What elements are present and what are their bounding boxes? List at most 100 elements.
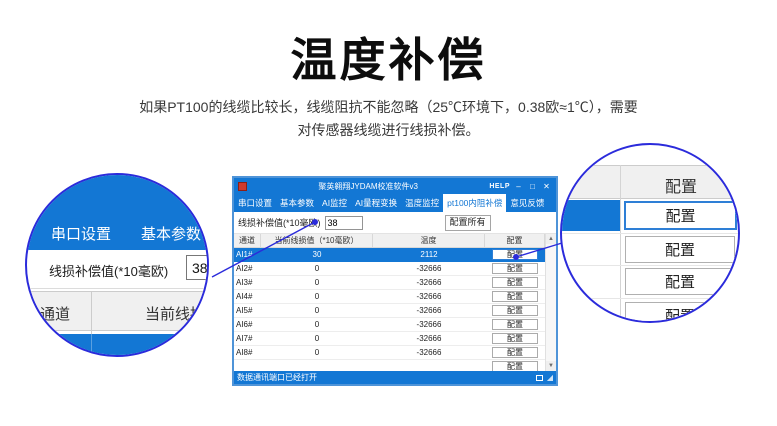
magnified-config-button: 配置 (625, 302, 735, 323)
table-row[interactable]: AI3# 0 -32666 配置 (234, 276, 545, 290)
cell-line-loss: 0 (261, 306, 373, 315)
help-menu[interactable]: HELP (489, 183, 510, 190)
table-header-row: 通道 当前线损值（*10毫欧） 温度 配置 (234, 234, 556, 248)
table-row-partial[interactable]: 配置 (234, 360, 545, 371)
column-divider (91, 334, 92, 357)
maximize-icon[interactable]: □ (527, 182, 538, 191)
app-window: 聚英翱翔JYDAM校准软件v3 HELP – □ ✕ 串口设置 基本参数 AI监… (232, 176, 558, 386)
cell-channel: AI4# (234, 292, 261, 301)
cell-temperature: 2112 (373, 250, 485, 259)
table-row[interactable]: AI6# 0 -32666 配置 (234, 318, 545, 332)
tab-feedback[interactable]: 意见反馈 (506, 194, 548, 212)
tab-temp-monitor[interactable]: 温度监控 (401, 194, 443, 212)
magnified-config-button: 配置 (625, 236, 735, 263)
header-config: 配置 (485, 234, 545, 247)
table-body: AI1# 30 2112 配置 AI2# 0 -32666 配置 AI3# 0 … (234, 248, 545, 371)
page-title: 温度补偿 (0, 24, 777, 90)
magnified-config-button: 配置 (624, 201, 737, 230)
cell-temperature: -32666 (373, 320, 485, 329)
cell-temperature: -32666 (373, 292, 485, 301)
status-port-icon (536, 375, 543, 381)
line-loss-input[interactable] (325, 216, 363, 230)
tab-ai-range[interactable]: AI量程变换 (351, 194, 401, 212)
compensation-toolbar: 线损补偿值(*10毫欧) 配置所有 (234, 212, 556, 234)
cell-line-loss: 0 (261, 292, 373, 301)
cell-channel: AI7# (234, 334, 261, 343)
cell-line-loss: 0 (261, 334, 373, 343)
table-row[interactable]: AI1# 30 2112 配置 (234, 248, 545, 262)
resize-grip-icon[interactable]: ◢ (547, 374, 553, 382)
cell-temperature: -32666 (373, 306, 485, 315)
cell-line-loss: 30 (261, 250, 373, 259)
cell-temperature: -32666 (373, 334, 485, 343)
row-divider (562, 265, 738, 266)
config-button[interactable]: 配置 (492, 305, 538, 316)
magnified-config-button: 配置 (625, 268, 735, 295)
header-channel: 通道 (234, 234, 261, 247)
tab-ai-monitor[interactable]: AI监控 (318, 194, 351, 212)
config-button[interactable]: 配置 (492, 249, 538, 260)
window-titlebar: 聚英翱翔JYDAM校准软件v3 HELP – □ ✕ (234, 178, 556, 194)
left-magnifier-circle: 串口设置 基本参数 线损补偿值(*10毫欧) 38 通道 当前线损值 (25, 173, 209, 357)
magnified-selected-row (562, 200, 620, 231)
magnified-header-config: 配置 (665, 173, 697, 197)
magnified-tab-basic-params: 基本参数 (141, 223, 201, 244)
page-description-line1: 如果PT100的线缆比较长，线缆阻抗不能忽略（25℃环境下，0.38欧≈1℃），… (0, 97, 777, 117)
magnified-line-loss-input: 38 (186, 255, 209, 280)
column-divider (620, 165, 621, 323)
cell-temperature: -32666 (373, 348, 485, 357)
cell-line-loss: 0 (261, 264, 373, 273)
cell-channel: AI2# (234, 264, 261, 273)
right-magnifier-circle: 配置 配置 配置 配置 配置 (560, 143, 740, 323)
status-message: 数据通讯端口已经打开 (237, 372, 532, 383)
table-row[interactable]: AI8# 0 -32666 配置 (234, 346, 545, 360)
magnified-input-label: 线损补偿值(*10毫欧) (49, 261, 168, 280)
magnified-selected-row (27, 334, 207, 357)
minimize-icon[interactable]: – (513, 182, 524, 191)
cell-channel: AI5# (234, 306, 261, 315)
line-loss-input-label: 线损补偿值(*10毫欧) (238, 216, 321, 229)
config-all-button[interactable]: 配置所有 (445, 215, 491, 231)
table-row[interactable]: AI5# 0 -32666 配置 (234, 304, 545, 318)
divider (27, 288, 207, 289)
scroll-down-icon[interactable]: ▼ (546, 361, 556, 371)
row-divider (562, 233, 738, 234)
config-button[interactable]: 配置 (492, 333, 538, 344)
magnified-config-header-band (562, 165, 738, 199)
app-logo-icon (238, 182, 247, 191)
cell-line-loss: 0 (261, 348, 373, 357)
cell-channel: AI6# (234, 320, 261, 329)
config-button[interactable]: 配置 (492, 277, 538, 288)
table-row[interactable]: AI4# 0 -32666 配置 (234, 290, 545, 304)
cell-temperature: -32666 (373, 264, 485, 273)
config-button[interactable]: 配置 (492, 319, 538, 330)
magnified-header-line-loss: 当前线损值 (145, 303, 209, 324)
tab-basic-params[interactable]: 基本参数 (276, 194, 318, 212)
cell-channel: AI1# (234, 250, 261, 259)
window-title: 聚英翱翔JYDAM校准软件v3 (250, 181, 486, 192)
tab-bar: 串口设置 基本参数 AI监控 AI量程变换 温度监控 pt100内阻补偿 意见反… (234, 194, 556, 212)
config-button[interactable]: 配置 (492, 347, 538, 358)
cell-line-loss: 0 (261, 278, 373, 287)
cell-channel: AI3# (234, 278, 261, 287)
magnified-header-channel: 通道 (40, 303, 70, 324)
vertical-scrollbar[interactable]: ▲ ▼ (545, 234, 556, 371)
header-temperature: 温度 (373, 234, 485, 247)
cell-temperature: -32666 (373, 278, 485, 287)
page-canvas: 温度补偿 如果PT100的线缆比较长，线缆阻抗不能忽略（25℃环境下，0.38欧… (0, 0, 777, 426)
status-bar: 数据通讯端口已经打开 ◢ (234, 371, 556, 384)
scroll-up-icon[interactable]: ▲ (546, 234, 556, 244)
config-button[interactable]: 配置 (492, 263, 538, 274)
tab-serial-settings[interactable]: 串口设置 (234, 194, 276, 212)
table-row[interactable]: AI7# 0 -32666 配置 (234, 332, 545, 346)
cell-channel: AI8# (234, 348, 261, 357)
magnified-tab-serial-settings: 串口设置 (51, 223, 111, 244)
config-button[interactable]: 配置 (492, 291, 538, 302)
close-icon[interactable]: ✕ (541, 182, 552, 191)
tab-pt100-compensation[interactable]: pt100内阻补偿 (443, 194, 506, 212)
config-button[interactable]: 配置 (492, 361, 538, 371)
header-line-loss: 当前线损值（*10毫欧） (261, 234, 373, 247)
table-row[interactable]: AI2# 0 -32666 配置 (234, 262, 545, 276)
page-description-line2: 对传感器线缆进行线损补偿。 (0, 120, 777, 140)
cell-line-loss: 0 (261, 320, 373, 329)
